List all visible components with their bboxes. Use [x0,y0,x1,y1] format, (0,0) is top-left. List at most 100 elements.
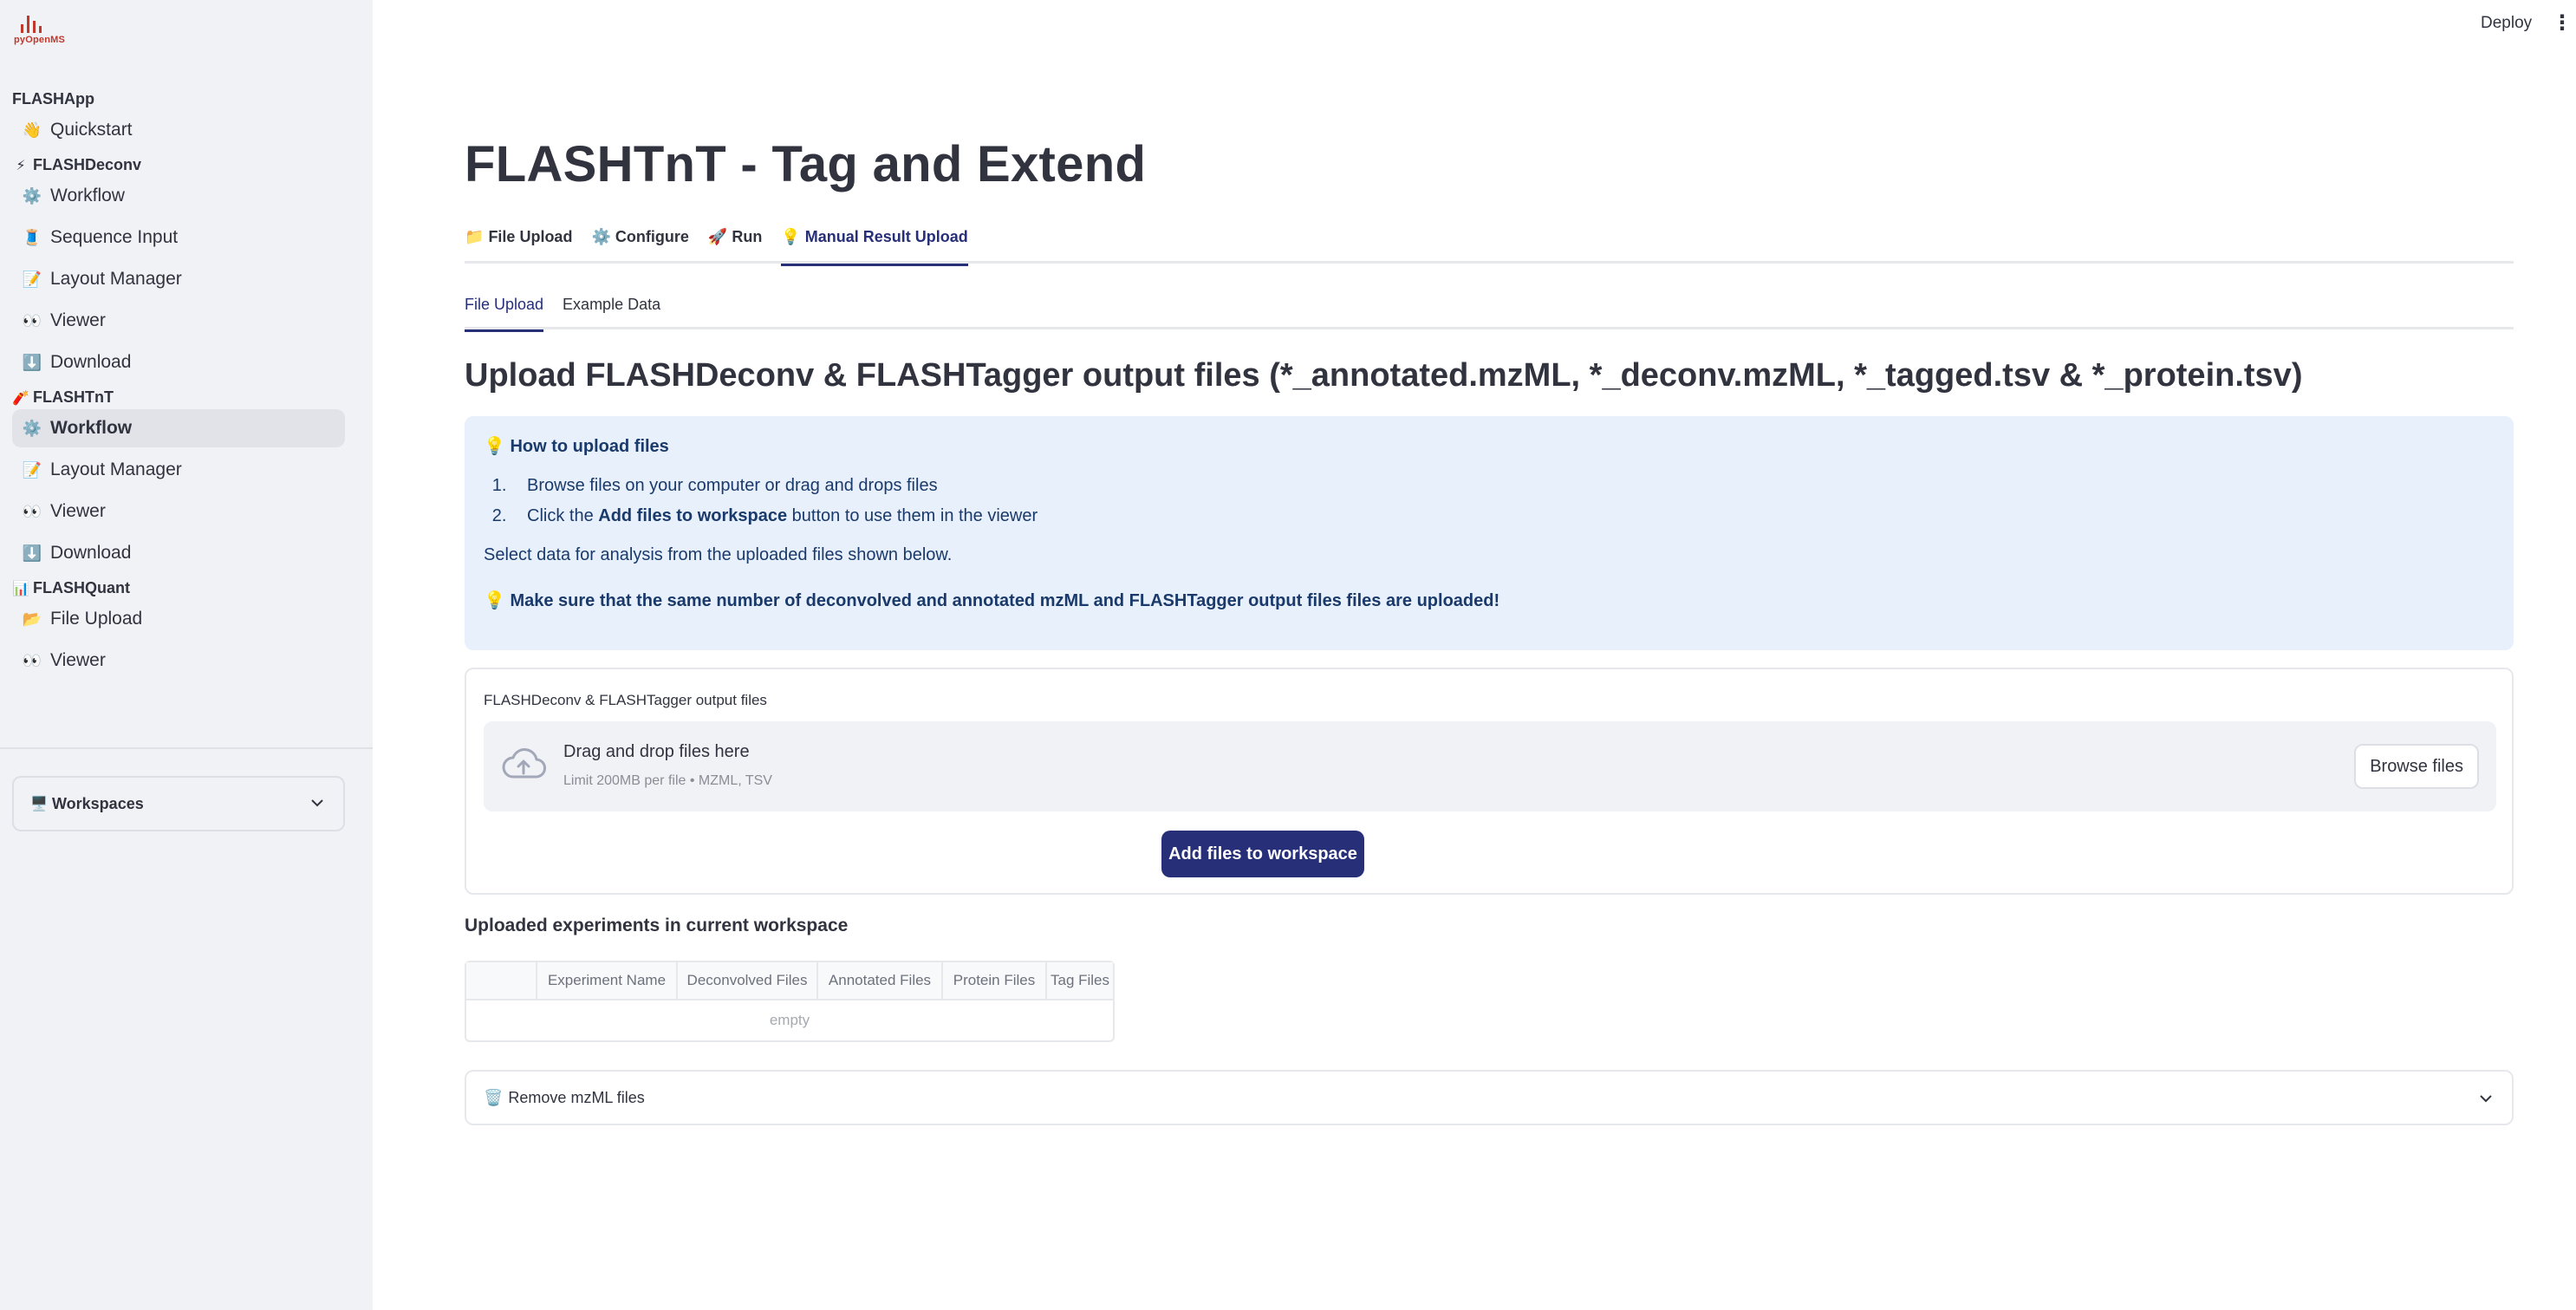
rocket-icon: 🚀 [707,228,728,245]
file-dropzone[interactable]: Drag and drop files here Limit 200MB per… [484,721,2496,811]
sidebar-item-sequence-input[interactable]: 🧵 Sequence Input [12,218,345,257]
info-paragraph: Select data for analysis from the upload… [484,545,953,564]
folder-icon: 📁 [465,228,485,245]
sidebar-item-label: Viewer [50,501,106,521]
sidebar-item-quant-file-upload[interactable]: 📂 File Upload [12,600,345,638]
subtab-example-data[interactable]: Example Data [563,291,660,329]
info-steps: Browse files on your computer or drag an… [511,476,2495,526]
tab-label: Configure [615,228,689,245]
subtab-file-upload[interactable]: File Upload [465,291,544,332]
lightbulb-icon: 💡 [484,437,505,456]
remove-mzml-files-expander[interactable]: 🗑️ Remove mzML files [465,1070,2514,1125]
desktop-computer-icon: 🖥️ [30,797,48,811]
folder-icon: 📂 [22,609,42,628]
table-header-cell[interactable]: Experiment Name [536,962,676,999]
uploader-label: FLASHDeconv & FLASHTagger output files [484,692,767,708]
waving-hand-icon: 👋 [22,121,42,139]
nav-group-label: FLASHTnT [33,388,114,406]
main-menu-icon[interactable]: ⋮ [2552,10,2573,36]
table-header-cell[interactable]: Deconvolved Files [676,962,816,999]
sidebar-item-deconv-layout-manager[interactable]: 📝 Layout Manager [12,260,345,298]
download-arrow-icon: ⬇️ [22,544,42,562]
tab-configure[interactable]: ⚙️ Configure [591,224,688,264]
sidebar-item-tnt-workflow[interactable]: ⚙️ Workflow [12,409,345,447]
chevron-down-icon [2479,1089,2493,1107]
tab-manual-result-upload[interactable]: 💡 Manual Result Upload [781,224,969,266]
download-arrow-icon: ⬇️ [22,353,42,371]
sidebar-item-deconv-workflow[interactable]: ⚙️ Workflow [12,177,345,215]
sidebar-item-quickstart[interactable]: 👋 Quickstart [12,111,345,149]
experiments-table[interactable]: Experiment Name Deconvolved Files Annota… [465,961,1115,1042]
sidebar-item-quant-viewer[interactable]: 👀 Viewer [12,642,345,680]
tab-label: Run [732,228,763,245]
sidebar-item-deconv-download[interactable]: ⬇️ Download [12,343,345,381]
table-header: Experiment Name Deconvolved Files Annota… [466,962,1113,1000]
sidebar-item-tnt-layout-manager[interactable]: 📝 Layout Manager [12,451,345,489]
step2-pre: Click the [527,506,599,525]
main-tabs: 📁 File Upload ⚙️ Configure 🚀 Run 💡 Manua… [465,224,2514,266]
logo-text: pyOpenMS [14,35,66,45]
add-files-to-workspace-button[interactable]: Add files to workspace [1161,831,1364,877]
pyopenms-logo[interactable]: pyOpenMS [14,14,69,45]
browse-files-button[interactable]: Browse files [2354,744,2479,789]
expander-label: Remove mzML files [508,1088,645,1106]
info-heading: 💡 How to upload files [484,435,2495,457]
sidebar-item-label: Viewer [50,310,106,330]
thread-icon: 🧵 [22,228,42,246]
sidebar-item-label: Layout Manager [50,459,182,479]
nav-group-flashtnt: 🧨 FLASHTnT [12,385,345,409]
sub-tabs: File Upload Example Data [465,291,2514,332]
sidebar: pyOpenMS FLASHApp 👋 Quickstart ⚡ FLASHDec… [0,0,373,1310]
sidebar-item-label: Download [50,352,132,372]
sidebar-item-label: Workflow [50,418,133,438]
file-uploader-form: FLASHDeconv & FLASHTagger output files D… [465,668,2514,895]
nav-group-flashdeconv: ⚡ FLASHDeconv [12,153,345,177]
info-step-2: Click the Add files to workspace button … [511,506,2495,526]
table-header-index [466,962,536,999]
table-empty-message: empty [769,1012,810,1028]
sidebar-item-label: Quickstart [50,120,133,140]
workspaces-label: Workspaces [52,794,144,812]
tab-label: Manual Result Upload [804,228,968,245]
sidebar-item-label: Workflow [50,186,125,205]
uploaded-experiments-title: Uploaded experiments in current workspac… [465,916,849,935]
nav-group-label: FLASHQuant [33,579,130,596]
sidebar-divider [0,747,373,749]
table-header-cell[interactable]: Protein Files [941,962,1045,999]
info-warning-text: Make sure that the same number of deconv… [510,591,1500,610]
table-header-cell[interactable]: Annotated Files [816,962,941,999]
logo-bars-icon [21,14,69,33]
workspaces-expander[interactable]: 🖥️ Workspaces [12,776,345,831]
eyes-icon: 👀 [22,311,42,329]
tab-run[interactable]: 🚀 Run [708,224,762,264]
gear-icon: ⚙️ [22,186,42,205]
eyes-icon: 👀 [22,502,42,520]
nav-group-label: FLASHDeconv [33,156,142,173]
sidebar-item-tnt-download[interactable]: ⬇️ Download [12,534,345,572]
wastebasket-icon: 🗑️ [484,1088,504,1106]
info-step-1: Browse files on your computer or drag an… [511,476,2495,496]
lightbulb-icon: 💡 [781,228,801,245]
nav-group-flashapp: FLASHApp [12,87,345,111]
gear-icon: ⚙️ [22,419,42,437]
step2-post: button to use them in the viewer [787,506,1038,525]
nav-group-flashquant: 📊 FLASHQuant [12,576,345,600]
deploy-button[interactable]: Deploy [2481,14,2532,33]
memo-icon: 📝 [22,270,42,288]
bar-chart-icon: 📊 [12,582,29,596]
lightning-icon: ⚡ [16,159,26,173]
sidebar-nav: FLASHApp 👋 Quickstart ⚡ FLASHDeconv ⚙️ Wo… [12,83,345,683]
sidebar-item-deconv-viewer[interactable]: 👀 Viewer [12,302,345,340]
tab-file-upload[interactable]: 📁 File Upload [465,224,572,264]
sidebar-item-label: Download [50,543,132,563]
table-header-cell[interactable]: Tag Files [1045,962,1113,999]
step2-bold: Add files to workspace [598,506,788,525]
gear-icon: ⚙️ [591,228,611,245]
sidebar-item-label: Sequence Input [50,227,179,247]
info-box: 💡 How to upload files Browse files on yo… [465,416,2514,650]
memo-icon: 📝 [22,460,42,479]
chevron-down-icon [310,793,324,811]
sidebar-item-tnt-viewer[interactable]: 👀 Viewer [12,492,345,531]
tab-label: File Upload [488,228,573,245]
dropzone-instruction: Drag and drop files here [563,742,750,761]
